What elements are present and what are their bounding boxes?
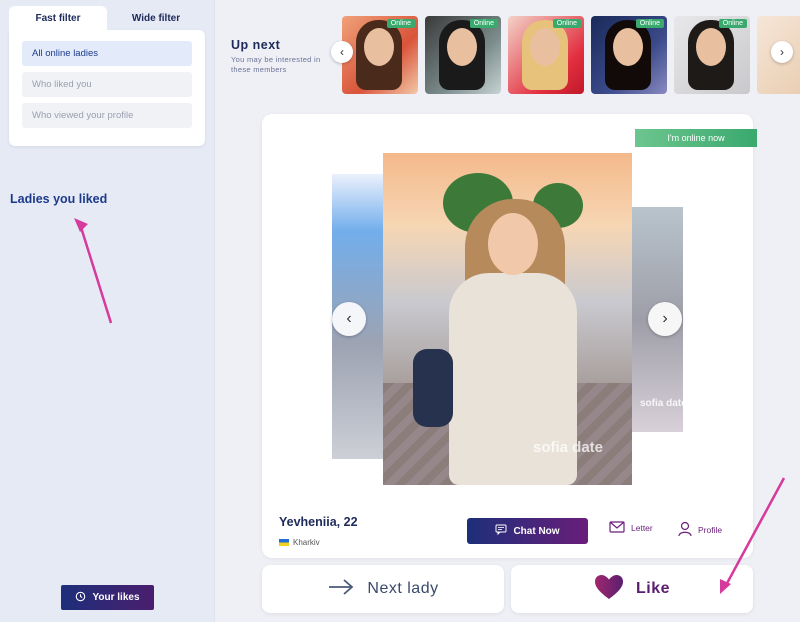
ukraine-flag-icon — [279, 539, 289, 546]
up-next-carousel: Online Online Online Online Online — [342, 16, 800, 94]
your-likes-label: Your likes — [92, 592, 140, 603]
photo-prev-button[interactable]: ‹ — [332, 302, 366, 336]
filter-all-online-ladies[interactable]: All online ladies — [22, 41, 192, 66]
online-badge: Online — [469, 19, 498, 28]
chat-now-label: Chat Now — [513, 525, 560, 537]
filter-tabs: Fast filter Wide filter — [9, 6, 205, 30]
photo-watermark: sofia date — [533, 439, 604, 456]
profile-button[interactable]: Profile — [678, 521, 722, 539]
member-thumb[interactable]: Online — [425, 16, 501, 94]
up-next-next-button[interactable]: › — [771, 41, 793, 63]
letter-label: Letter — [631, 523, 653, 533]
like-button[interactable]: Like — [511, 565, 753, 613]
member-thumb[interactable]: Online — [674, 16, 750, 94]
online-now-badge: I'm online now — [635, 129, 757, 147]
chevron-right-icon: › — [662, 310, 668, 327]
online-badge: Online — [718, 19, 747, 28]
up-next-title: Up next — [231, 38, 281, 52]
profile-photo[interactable]: sofia date — [383, 153, 632, 485]
online-badge: Online — [635, 19, 664, 28]
chat-now-button[interactable]: Chat Now — [467, 518, 588, 544]
up-next-subtitle: You may be interested in these members — [231, 55, 321, 74]
up-next-prev-button[interactable]: ‹ — [331, 41, 353, 63]
history-icon — [75, 591, 86, 605]
filter-options: All online ladies Who liked you Who view… — [9, 30, 205, 146]
online-badge: Online — [386, 19, 415, 28]
filter-card: Fast filter Wide filter All online ladie… — [9, 6, 205, 146]
side-watermark: sofia date — [640, 398, 687, 409]
next-lady-label: Next lady — [367, 580, 439, 597]
envelope-icon — [609, 521, 625, 535]
lady-location: Kharkiv — [279, 538, 320, 547]
letter-button[interactable]: Letter — [609, 521, 653, 535]
chevron-left-icon: ‹ — [340, 45, 344, 59]
online-badge: Online — [552, 19, 581, 28]
chevron-left-icon: ‹ — [346, 310, 352, 327]
city-label: Kharkiv — [293, 538, 320, 547]
chat-icon — [495, 524, 507, 538]
profile-label: Profile — [698, 525, 723, 535]
filter-who-liked-you[interactable]: Who liked you — [22, 72, 192, 97]
sidebar: Fast filter Wide filter All online ladie… — [0, 0, 215, 622]
chevron-right-icon: › — [780, 45, 784, 59]
member-thumb[interactable]: Online — [591, 16, 667, 94]
user-icon — [678, 521, 692, 539]
tab-fast-filter[interactable]: Fast filter — [9, 6, 107, 30]
arrow-right-icon — [327, 578, 355, 601]
your-likes-button[interactable]: Your likes — [61, 585, 154, 610]
lady-name: Yevheniia, 22 — [279, 515, 358, 529]
member-thumb[interactable]: Online — [508, 16, 584, 94]
member-thumb[interactable]: Online — [342, 16, 418, 94]
heart-icon — [594, 574, 624, 605]
ladies-you-liked-heading: Ladies you liked — [10, 192, 108, 206]
photo-next-button[interactable]: › — [648, 302, 682, 336]
like-label: Like — [635, 580, 670, 597]
next-lady-button[interactable]: Next lady — [262, 565, 504, 613]
tab-wide-filter[interactable]: Wide filter — [107, 6, 205, 30]
filter-who-viewed-profile[interactable]: Who viewed your profile — [22, 103, 192, 128]
